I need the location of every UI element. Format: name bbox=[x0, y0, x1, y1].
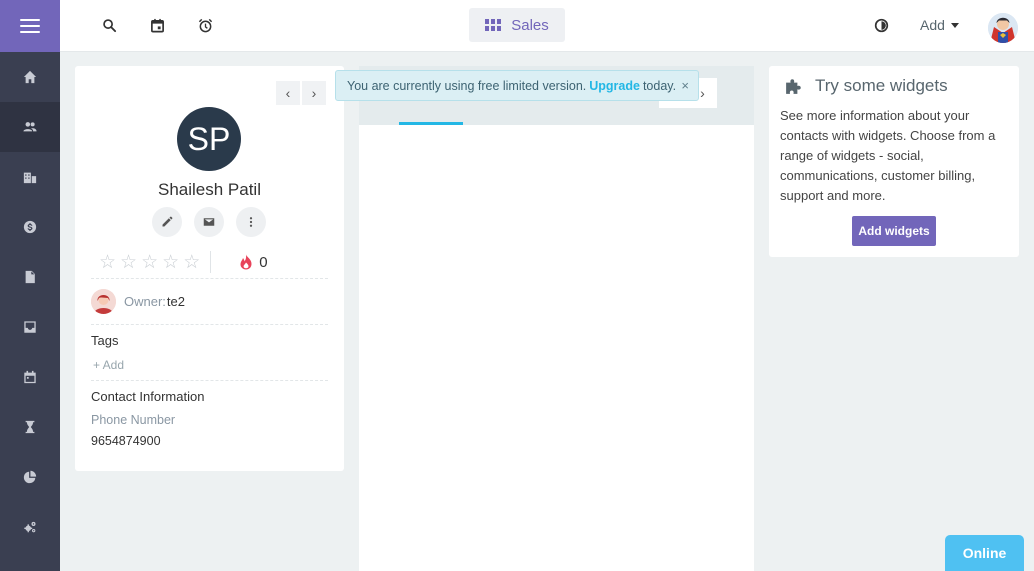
envelope-icon bbox=[203, 218, 215, 226]
sidebar-item-home[interactable] bbox=[0, 52, 60, 102]
contacts-icon bbox=[23, 122, 37, 132]
add-dropdown[interactable]: Add bbox=[920, 17, 959, 33]
close-banner-button[interactable]: × bbox=[681, 78, 689, 93]
owner-row: Owner: te2 bbox=[91, 289, 185, 314]
record-nav: ‹ › bbox=[276, 81, 326, 105]
divider bbox=[91, 380, 328, 381]
contact-card: ‹ › SP Shailesh Patil ☆ ☆ ☆ ☆ ☆ 0 Owner:… bbox=[75, 66, 344, 471]
theme-toggle-button[interactable] bbox=[872, 16, 890, 34]
sidebar-item-admin-settings[interactable] bbox=[0, 502, 60, 552]
contact-actions bbox=[152, 207, 266, 237]
next-record-button[interactable]: › bbox=[302, 81, 326, 105]
sidebar-item-activities[interactable] bbox=[0, 402, 60, 452]
contact-info-title: Contact Information bbox=[91, 389, 205, 404]
add-widgets-button[interactable]: Add widgets bbox=[852, 216, 936, 246]
module-label: Sales bbox=[511, 16, 549, 34]
inbox-icon bbox=[24, 321, 36, 333]
sidebar-item-documents[interactable] bbox=[0, 252, 60, 302]
star-icon[interactable]: ☆ bbox=[162, 253, 179, 272]
contact-avatar: SP bbox=[177, 107, 241, 171]
rating-row: ☆ ☆ ☆ ☆ ☆ 0 bbox=[99, 246, 329, 278]
sidebar-item-companies[interactable] bbox=[0, 152, 60, 202]
upgrade-link[interactable]: Upgrade bbox=[589, 79, 640, 93]
chevron-right-icon: › bbox=[700, 85, 705, 101]
puzzle-icon bbox=[786, 79, 801, 94]
contrast-icon bbox=[874, 18, 888, 32]
widgets-description: See more information about your contacts… bbox=[780, 108, 996, 203]
calendar-icon bbox=[150, 18, 164, 32]
star-icon[interactable]: ☆ bbox=[120, 253, 137, 272]
chevron-left-icon: ‹ bbox=[285, 85, 291, 101]
active-tab-indicator bbox=[399, 122, 463, 125]
add-dropdown-label: Add bbox=[920, 17, 945, 33]
divider bbox=[91, 324, 328, 325]
document-icon bbox=[25, 270, 35, 284]
lead-score-value: 0 bbox=[259, 253, 268, 271]
tab-content bbox=[359, 125, 754, 571]
tags-title: Tags bbox=[91, 333, 119, 348]
star-icon[interactable]: ☆ bbox=[183, 253, 200, 272]
top-bar: Sales Add bbox=[60, 0, 1034, 52]
star-rating[interactable]: ☆ ☆ ☆ ☆ ☆ bbox=[99, 253, 200, 272]
lead-score: 0 bbox=[239, 253, 268, 271]
widgets-header: Try some widgets bbox=[785, 76, 948, 96]
phone-value[interactable]: 9654874900 bbox=[91, 434, 161, 448]
sidebar-item-reports[interactable] bbox=[0, 452, 60, 502]
calendar-icon bbox=[24, 370, 36, 384]
add-tag-button[interactable]: + Add bbox=[93, 358, 124, 372]
sidebar-item-inbox[interactable] bbox=[0, 302, 60, 352]
previous-record-button[interactable]: ‹ bbox=[276, 81, 300, 105]
calendar-button[interactable] bbox=[148, 16, 166, 34]
owner-value[interactable]: te2 bbox=[167, 294, 185, 309]
owner-avatar[interactable] bbox=[91, 289, 116, 314]
divider bbox=[210, 251, 212, 273]
more-actions-button[interactable] bbox=[236, 207, 266, 237]
banner-text-end: today. bbox=[642, 78, 677, 93]
sidebar-item-calendar[interactable] bbox=[0, 352, 60, 402]
pie-chart-icon bbox=[23, 470, 37, 484]
hamburger-icon bbox=[20, 19, 40, 33]
pencil-icon bbox=[162, 216, 173, 227]
star-icon[interactable]: ☆ bbox=[99, 253, 116, 272]
user-avatar[interactable] bbox=[988, 13, 1018, 43]
module-switcher-button[interactable]: Sales bbox=[469, 8, 565, 42]
widgets-title: Try some widgets bbox=[815, 76, 948, 95]
search-icon bbox=[102, 18, 116, 32]
menu-toggle-button[interactable] bbox=[0, 0, 60, 52]
fire-icon bbox=[240, 254, 252, 270]
edit-contact-button[interactable] bbox=[152, 207, 182, 237]
phone-label: Phone Number bbox=[91, 413, 176, 427]
caret-down-icon bbox=[950, 22, 959, 28]
deals-icon bbox=[23, 220, 37, 234]
apps-grid-icon bbox=[485, 19, 502, 31]
banner-text: You are currently using free limited ver… bbox=[347, 78, 587, 93]
reminders-button[interactable] bbox=[196, 16, 214, 34]
owner-avatar-icon bbox=[91, 289, 116, 314]
companies-icon bbox=[23, 172, 37, 184]
divider bbox=[91, 278, 328, 279]
email-contact-button[interactable] bbox=[194, 207, 224, 237]
more-vertical-icon bbox=[249, 217, 253, 227]
sidebar-item-contacts[interactable] bbox=[0, 102, 60, 152]
sidebar-item-deals[interactable] bbox=[0, 202, 60, 252]
sidebar bbox=[0, 0, 60, 571]
home-icon bbox=[23, 70, 37, 84]
contact-name: Shailesh Patil bbox=[157, 180, 261, 199]
chevron-right-icon: › bbox=[311, 85, 317, 101]
star-icon[interactable]: ☆ bbox=[141, 253, 158, 272]
gears-icon bbox=[24, 521, 36, 533]
hourglass-icon bbox=[25, 420, 35, 434]
upgrade-banner: You are currently using free limited ver… bbox=[335, 70, 699, 101]
alarm-clock-icon bbox=[198, 18, 212, 32]
chat-online-button[interactable]: Online bbox=[945, 535, 1024, 571]
search-button[interactable] bbox=[100, 16, 118, 34]
superhero-avatar-icon bbox=[988, 13, 1018, 43]
widgets-card: Try some widgets See more information ab… bbox=[769, 66, 1019, 257]
owner-label: Owner: bbox=[124, 294, 166, 309]
